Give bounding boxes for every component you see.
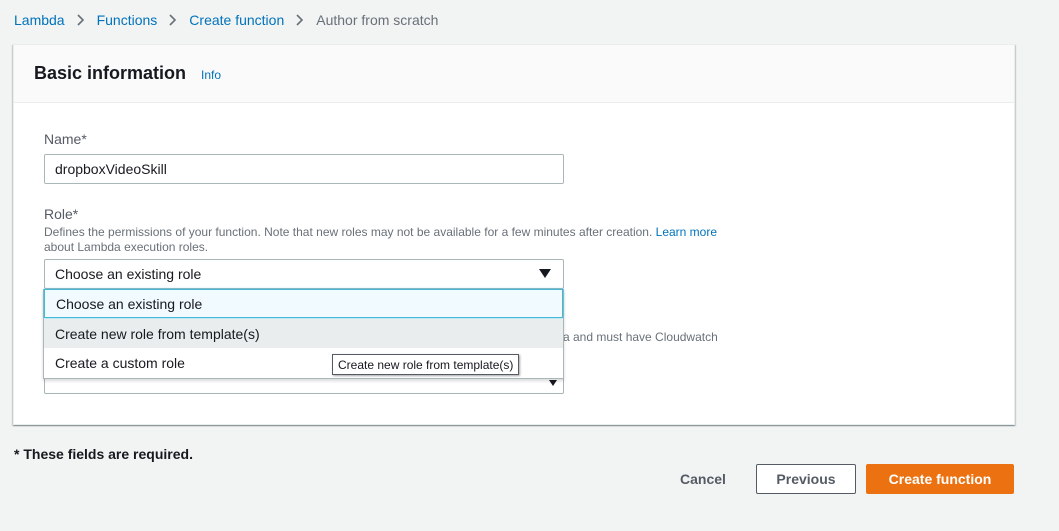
existing-role-description-fragment: a and must have Cloudwatch [563, 330, 718, 344]
role-option-choose-existing[interactable]: Choose an existing role [44, 289, 563, 318]
learn-more-link[interactable]: Learn more [656, 225, 717, 239]
role-description-cont: about Lambda execution roles. [44, 240, 209, 254]
breadcrumb-functions[interactable]: Functions [97, 12, 158, 28]
panel-header: Basic information Info [14, 45, 1014, 103]
role-label: Role* [44, 206, 79, 222]
role-option-new-from-template[interactable]: Create new role from template(s) [44, 319, 563, 348]
role-select-value: Choose an existing role [55, 266, 202, 282]
name-input[interactable] [44, 154, 564, 184]
role-description-text: Defines the permissions of your function… [44, 225, 653, 239]
create-function-button[interactable]: Create function [866, 464, 1014, 494]
caret-down-icon [539, 269, 551, 278]
name-label: Name* [44, 131, 87, 147]
caret-down-icon [549, 380, 557, 386]
required-fields-note: * These fields are required. [14, 446, 193, 462]
chevron-right-icon [296, 14, 304, 26]
breadcrumb-lambda[interactable]: Lambda [14, 12, 65, 28]
breadcrumb-create-function[interactable]: Create function [189, 12, 284, 28]
breadcrumb: Lambda Functions Create function Author … [14, 10, 438, 30]
breadcrumb-current: Author from scratch [316, 12, 439, 28]
previous-button[interactable]: Previous [756, 464, 856, 494]
chevron-right-icon [169, 14, 177, 26]
option-tooltip: Create new role from template(s) [332, 354, 520, 375]
cancel-button[interactable]: Cancel [668, 464, 738, 494]
panel-title: Basic information [34, 63, 187, 83]
chevron-right-icon [77, 14, 85, 26]
role-select[interactable]: Choose an existing role [44, 259, 564, 289]
role-description: Defines the permissions of your function… [44, 225, 764, 255]
info-link[interactable]: Info [201, 68, 221, 82]
